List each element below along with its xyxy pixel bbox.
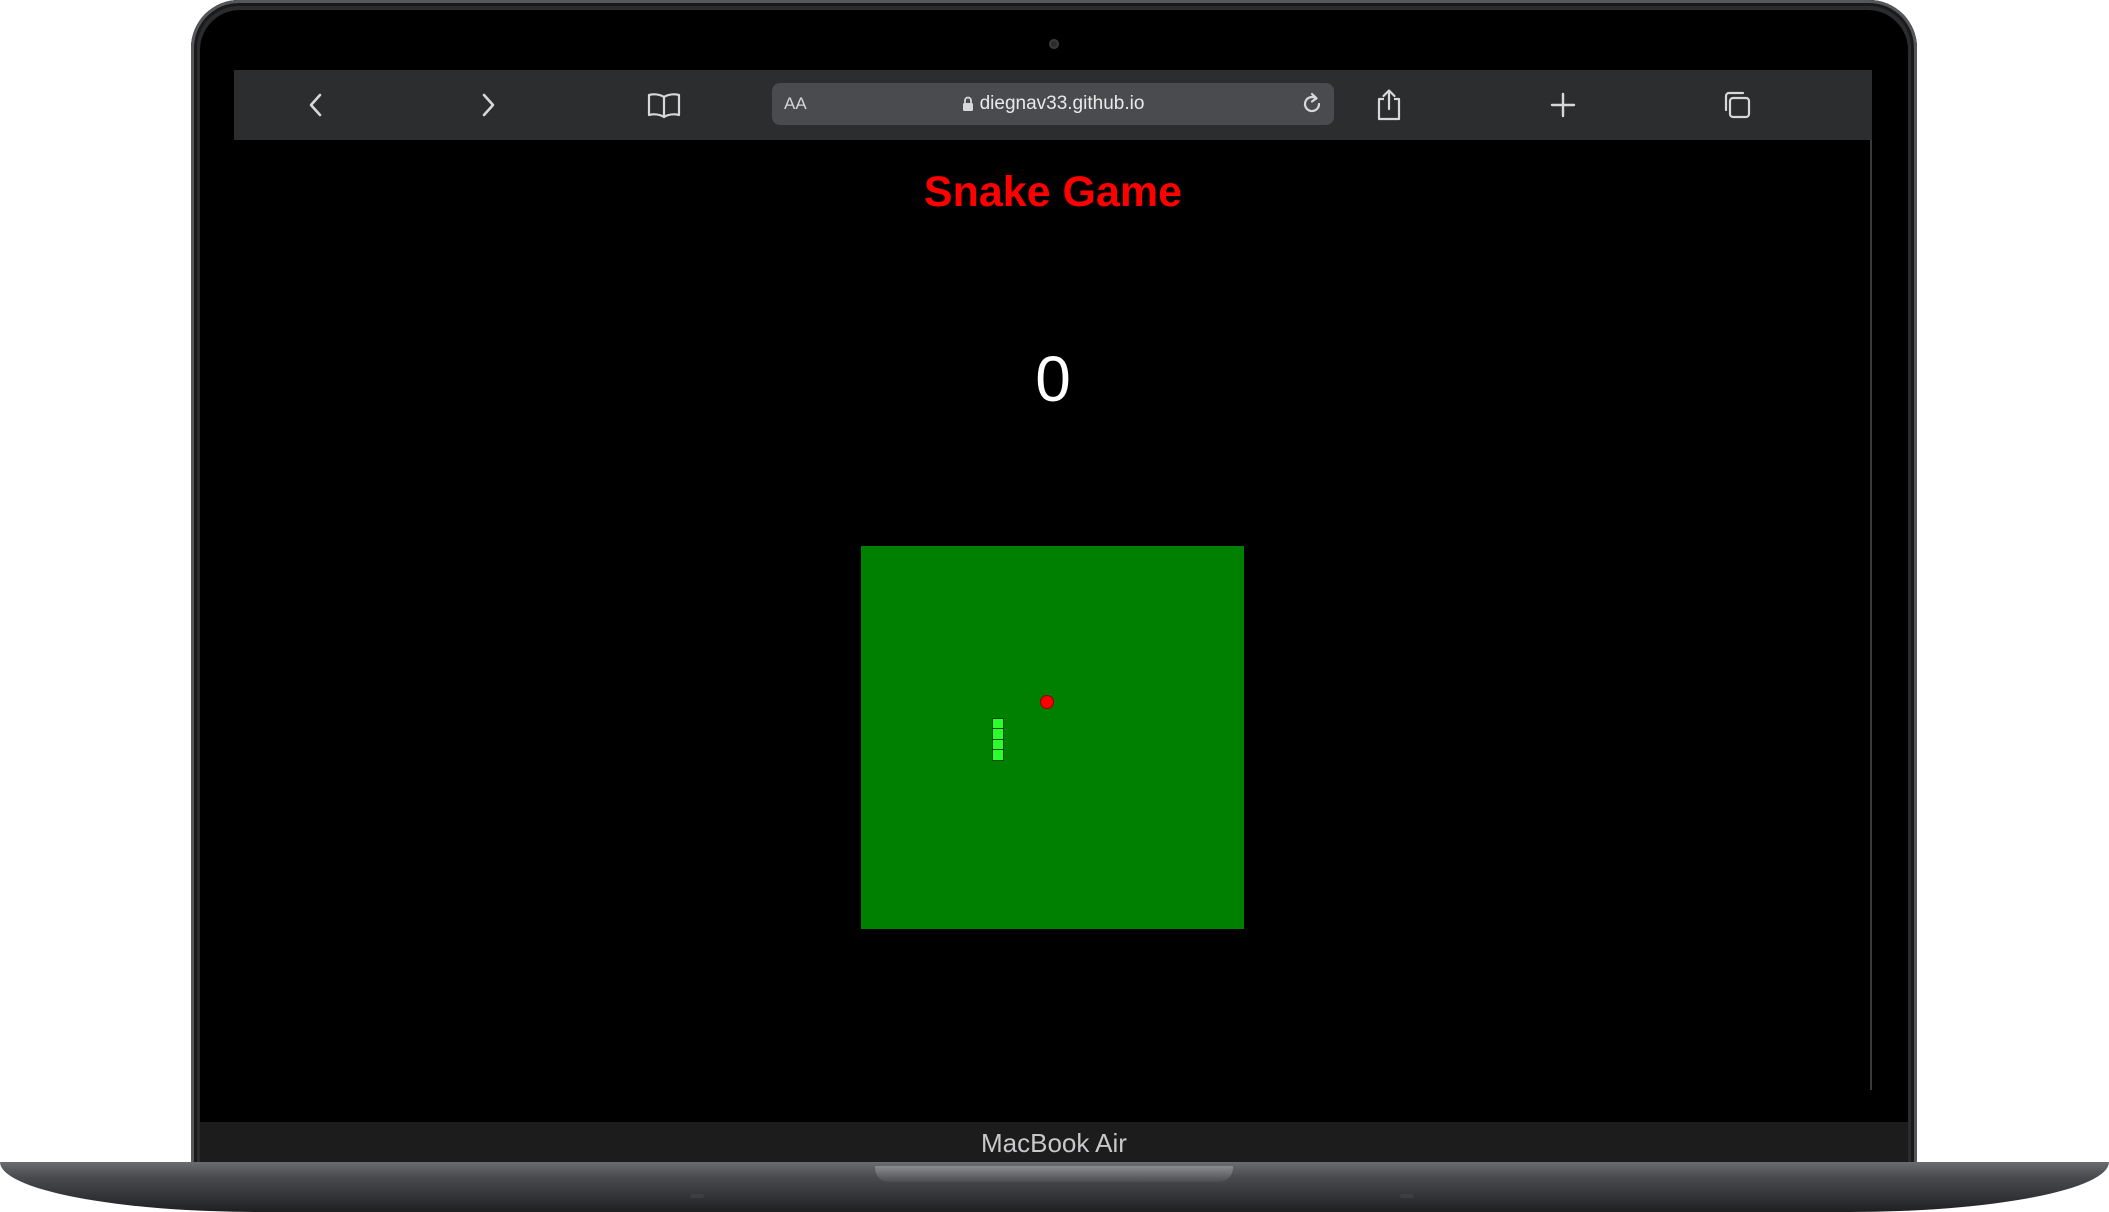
game-board[interactable] — [861, 546, 1244, 929]
chevron-left-icon — [309, 93, 322, 117]
url-text[interactable]: diegnav33.github.io — [980, 93, 1145, 115]
address-bar[interactable]: AA diegnav33.github.io — [772, 83, 1334, 125]
back-button[interactable] — [294, 83, 338, 127]
reader-mode-button[interactable]: AA — [784, 94, 807, 114]
forward-button[interactable] — [466, 83, 510, 127]
bookmarks-button[interactable] — [642, 83, 686, 127]
page-title: Snake Game — [923, 168, 1183, 216]
reader-mode-label: AA — [784, 94, 807, 113]
device-mockup: AA diegnav33.github.io Snake Game 0 MacB… — [0, 0, 2109, 1212]
foot-left — [690, 1194, 704, 1198]
reload-button[interactable] — [1298, 90, 1326, 118]
snake-segment — [992, 748, 1005, 761]
tabs-overview-button[interactable] — [1715, 83, 1759, 127]
score-display: 0 — [1035, 343, 1071, 415]
new-tab-button[interactable] — [1541, 83, 1585, 127]
camera-icon — [1049, 39, 1059, 49]
foot-right — [1400, 1194, 1414, 1198]
reload-icon — [1303, 92, 1321, 113]
lid-opening-notch — [875, 1166, 1233, 1182]
food-apple — [1041, 696, 1054, 709]
share-icon — [1377, 89, 1401, 121]
tabs-icon — [1724, 91, 1751, 119]
book-icon — [647, 93, 681, 119]
chevron-right-icon — [482, 93, 495, 117]
browser-toolbar: AA diegnav33.github.io — [234, 70, 1872, 140]
share-button[interactable] — [1367, 83, 1411, 127]
plus-icon — [1550, 92, 1576, 118]
lock-icon — [962, 96, 973, 111]
scrollbar-track — [1870, 140, 1872, 1090]
browser-screen: AA diegnav33.github.io Snake Game 0 — [234, 70, 1872, 1094]
model-label: MacBook Air — [981, 1128, 1127, 1158]
